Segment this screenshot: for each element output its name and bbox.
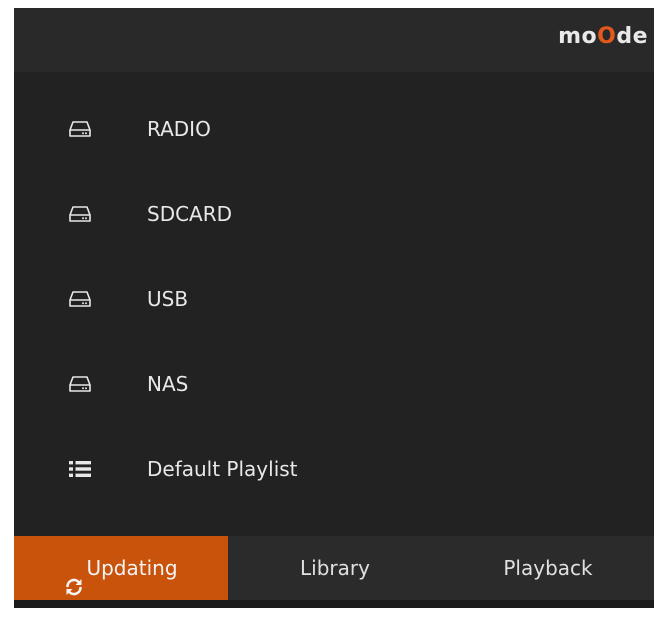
- refresh-icon: [64, 558, 84, 595]
- logo-text-start: mo: [558, 24, 598, 49]
- list-icon: [68, 459, 92, 479]
- source-item-label: RADIO: [147, 116, 211, 141]
- source-item-default-playlist[interactable]: Default Playlist: [14, 426, 654, 511]
- source-list: RADIO SDCARD USB NAS Default Playlist: [14, 86, 654, 511]
- drive-icon: [68, 374, 92, 394]
- logo-text-accent: O: [597, 24, 617, 49]
- moode-logo[interactable]: moOde: [558, 24, 648, 49]
- playback-tab[interactable]: Playback: [442, 536, 654, 600]
- source-item-label: USB: [147, 286, 189, 311]
- moode-app: moOde RADIO SDCARD USB NAS Default Playl…: [14, 8, 654, 608]
- drive-icon: [68, 119, 92, 139]
- logo-text-end: de: [616, 24, 648, 49]
- drive-icon: [68, 204, 92, 224]
- library-tab[interactable]: Library: [228, 536, 442, 600]
- source-item-radio[interactable]: RADIO: [14, 86, 654, 171]
- drive-icon: [68, 289, 92, 309]
- source-item-label: NAS: [147, 371, 189, 396]
- updating-tab-label: Updating: [86, 556, 178, 580]
- source-item-label: SDCARD: [147, 201, 233, 226]
- source-item-usb[interactable]: USB: [14, 256, 654, 341]
- source-item-nas[interactable]: NAS: [14, 341, 654, 426]
- library-tab-label: Library: [300, 556, 370, 580]
- source-item-label: Default Playlist: [147, 456, 298, 481]
- playback-tab-label: Playback: [503, 556, 593, 580]
- header-bar: moOde: [14, 8, 654, 72]
- bottom-strip: [14, 600, 654, 608]
- updating-tab[interactable]: Updating: [14, 536, 228, 600]
- bottom-nav: Updating Library Playback: [14, 536, 654, 600]
- source-item-sdcard[interactable]: SDCARD: [14, 171, 654, 256]
